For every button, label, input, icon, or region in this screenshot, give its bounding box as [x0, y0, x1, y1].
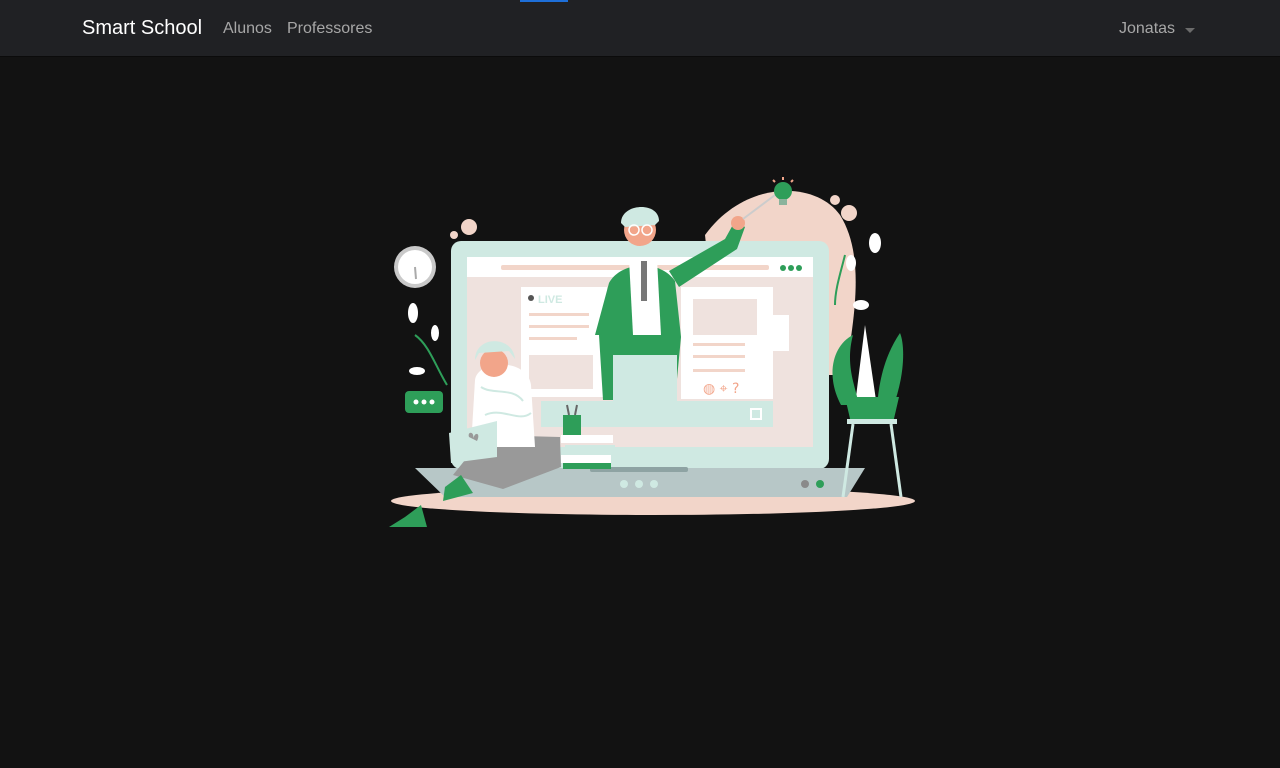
caret-down-icon — [1185, 27, 1196, 33]
bubble-dot — [461, 219, 477, 235]
nav-link-alunos[interactable]: Alunos — [223, 19, 272, 39]
nav-link-professores[interactable]: Professores — [287, 19, 372, 39]
brand-link[interactable]: Smart School — [82, 16, 202, 40]
lightbulb-icon — [774, 182, 792, 200]
hero-illustration: LIVE ◍ ⌖ ? — [385, 175, 920, 535]
bubble-dot — [841, 205, 857, 221]
online-teaching-illustration: LIVE ◍ ⌖ ? — [389, 177, 915, 527]
live-label: LIVE — [538, 294, 562, 306]
nav-active-indicator — [520, 0, 568, 2]
pen-holder-icon — [563, 415, 581, 435]
plant-left-icon — [414, 334, 448, 386]
globe-pin-question-icons: ◍ ⌖ ? — [703, 381, 739, 397]
top-navbar: Smart School Alunos Professores Jonatas — [0, 0, 1280, 56]
bubble-dot — [450, 231, 458, 239]
user-name: Jonatas — [1119, 20, 1176, 37]
book-stack-icon — [561, 435, 613, 443]
user-dropdown[interactable]: Jonatas — [1119, 19, 1196, 39]
bubble-dot — [830, 195, 840, 205]
